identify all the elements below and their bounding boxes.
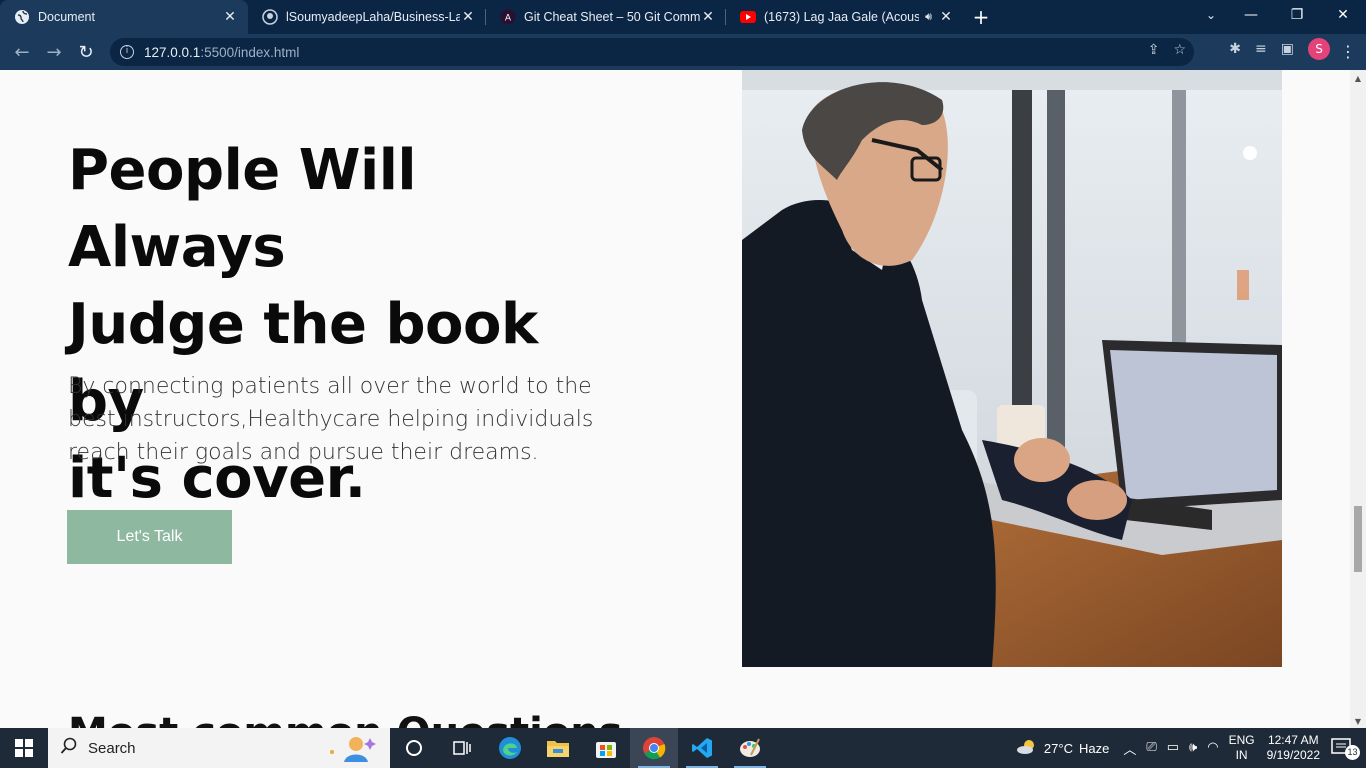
notification-center-icon[interactable]: 13 (1330, 736, 1360, 760)
edge-browser-icon[interactable] (486, 728, 534, 768)
bookmark-star-icon[interactable]: ☆ (1173, 42, 1186, 58)
close-tab-icon[interactable]: ✕ (700, 9, 716, 25)
search-label: Search (88, 739, 136, 757)
subtext-line: By connecting patients all over the worl… (68, 374, 592, 399)
windows-taskbar: Search 27°C Haze ︿ ⎚ ▭ 🕪︎ ◠ ENG IN 12:47… (0, 728, 1366, 768)
url-text[interactable]: 127.0.0.1:5500/index.html (144, 45, 299, 60)
microsoft-store-icon[interactable] (582, 728, 630, 768)
wifi-icon[interactable]: ◠ (1207, 739, 1218, 758)
cortana-icon[interactable] (390, 728, 438, 768)
hero-subtext: By connecting patients all over the worl… (68, 370, 608, 469)
tab-title: Document (38, 10, 95, 24)
tab-title: lSoumyadeepLaha/Business-Landing (286, 10, 460, 24)
forward-arrow-icon[interactable]: → (38, 42, 70, 63)
info-icon[interactable]: i (120, 45, 134, 59)
window-controls: — ❐ ✕ (1228, 0, 1366, 34)
clock-time: 12:47 AM (1267, 733, 1319, 747)
browser-tab-strip: Document ✕ lSoumyadeepLaha/Business-Land… (0, 0, 1366, 34)
meet-now-icon[interactable]: ⎚ (1146, 739, 1156, 758)
address-bar[interactable]: i 127.0.0.1:5500/index.html ⇪ ☆ (110, 38, 1194, 66)
close-tab-icon[interactable]: ✕ (222, 9, 238, 25)
youtube-icon (740, 9, 756, 25)
battery-icon[interactable]: ▭ (1167, 739, 1179, 758)
tab-title: Git Cheat Sheet – 50 Git Commands (524, 10, 700, 24)
headline-line: People Will Always (68, 138, 417, 280)
tab-title: (1673) Lag Jaa Gale (Acoustic (764, 10, 920, 24)
scroll-up-icon[interactable]: ▲ (1350, 74, 1366, 83)
tab-github[interactable]: lSoumyadeepLaha/Business-Landing ✕ (248, 0, 486, 34)
system-tray: 27°C Haze ︿ ⎚ ▭ 🕪︎ ◠ ENG IN 12:47 AM 9/1… (1016, 728, 1366, 768)
tab-youtube[interactable]: (1673) Lag Jaa Gale (Acoustic 🔊︎ ✕ (726, 0, 964, 34)
clock-date: 9/19/2022 (1266, 748, 1320, 762)
close-tab-icon[interactable]: ✕ (460, 9, 476, 25)
notification-count-badge: 13 (1345, 745, 1360, 760)
language-code: ENG (1228, 733, 1255, 747)
scroll-down-icon[interactable]: ▼ (1350, 717, 1366, 726)
region-code: IN (1235, 748, 1248, 762)
close-tab-icon[interactable]: ✕ (938, 9, 954, 25)
taskbar-search-box[interactable]: Search (48, 728, 390, 768)
search-highlight-icon (328, 734, 378, 766)
extensions-puzzle-icon[interactable]: ✱ (1229, 41, 1241, 57)
restore-icon[interactable]: ❐ (1274, 0, 1320, 34)
hero-photo (742, 70, 1282, 667)
url-host: 127.0.0.1 (144, 44, 201, 60)
paint-icon[interactable] (726, 728, 774, 768)
url-path: :5500/index.html (200, 44, 300, 60)
page-viewport: People Will Always Judge the book by it'… (0, 70, 1350, 728)
browser-toolbar: ← → ↻ i 127.0.0.1:5500/index.html ⇪ ☆ ✱ … (0, 34, 1366, 70)
speaker-icon[interactable]: 🔊︎ (925, 10, 932, 24)
tray-icons: ︿ ⎚ ▭ 🕪︎ ◠ (1123, 739, 1218, 758)
subtext-line: best instructors,Healthycare helping ind… (68, 407, 594, 432)
side-panel-icon[interactable]: ▣ (1281, 41, 1294, 57)
chevron-up-icon[interactable]: ︿ (1123, 739, 1136, 758)
media-control-icon[interactable]: ≡ (1255, 41, 1267, 57)
profile-avatar[interactable]: S (1308, 38, 1330, 60)
github-icon (262, 9, 278, 25)
chrome-icon[interactable] (630, 728, 678, 768)
share-icon[interactable]: ⇪ (1148, 42, 1160, 58)
subtext-line: reach their goals and pursue their dream… (68, 440, 539, 465)
faq-section-heading: Most common Questions (68, 710, 623, 728)
taskbar-clock[interactable]: 12:47 AM 9/19/2022 (1267, 733, 1320, 763)
tab-git-cheat-sheet[interactable]: A Git Cheat Sheet – 50 Git Commands ✕ (486, 0, 726, 34)
minimize-icon[interactable]: — (1228, 0, 1274, 34)
file-explorer-icon[interactable] (534, 728, 582, 768)
page-scrollbar[interactable]: ▲ ▼ (1350, 70, 1366, 728)
new-tab-button[interactable]: + (964, 0, 998, 34)
task-view-icon[interactable] (438, 728, 486, 768)
weather-haze-icon (1016, 738, 1038, 759)
windows-start-icon[interactable] (0, 728, 48, 768)
chevron-down-icon[interactable]: ⌄ (1206, 0, 1216, 30)
weather-condition: Haze (1078, 740, 1110, 756)
scrollbar-thumb[interactable] (1354, 506, 1362, 572)
lets-talk-button[interactable]: Let's Talk (67, 510, 232, 564)
omnibox-actions: ⇪ ☆ (1148, 42, 1186, 58)
extensions-bar: ✱ ≡ ▣ S (1229, 38, 1330, 60)
weather-temp: 27°C (1043, 740, 1073, 756)
svg-text:A: A (505, 14, 512, 24)
menu-kebab-icon[interactable]: ⋮ (1340, 42, 1356, 61)
reload-icon[interactable]: ↻ (70, 42, 102, 63)
tab-document[interactable]: Document ✕ (0, 0, 248, 34)
vscode-icon[interactable] (678, 728, 726, 768)
globe-icon (14, 9, 30, 25)
close-window-icon[interactable]: ✕ (1320, 0, 1366, 34)
weather-widget[interactable]: 27°C Haze (1016, 738, 1109, 759)
search-icon (60, 737, 78, 759)
language-indicator[interactable]: ENG IN (1229, 733, 1255, 763)
volume-icon[interactable]: 🕪︎ (1189, 739, 1197, 758)
angular-icon: A (500, 9, 516, 25)
back-arrow-icon[interactable]: ← (6, 42, 38, 63)
